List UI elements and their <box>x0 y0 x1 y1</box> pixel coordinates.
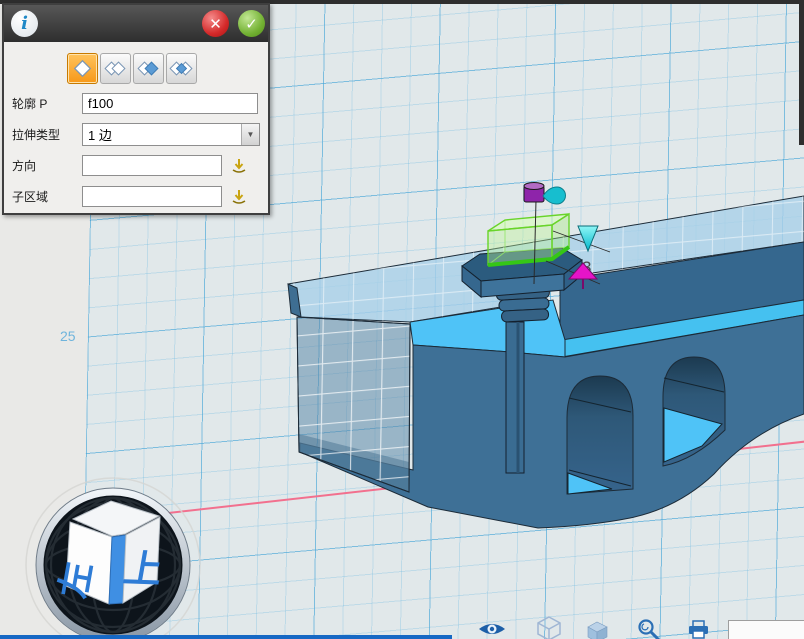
subregion-input[interactable] <box>82 186 222 207</box>
window-right-edge <box>799 0 804 145</box>
extrude-type-dropdown[interactable]: 1 边 ▼ <box>82 123 260 146</box>
view-cube-face-up-label[interactable]: 上 <box>120 548 166 593</box>
symmetric-diamond-icon <box>136 56 161 81</box>
zoom-tool-icon[interactable] <box>640 621 659 639</box>
direction-label: 方向 <box>12 157 82 174</box>
confirm-check-icon: ✓ <box>245 15 258 33</box>
extrude-type-value: 1 边 <box>83 125 241 144</box>
window-bottom-edge <box>0 635 452 639</box>
bolt-shaft <box>506 322 524 473</box>
view-cube-widget[interactable]: 左 上 前 <box>26 478 200 639</box>
direction-pick-button[interactable] <box>228 155 250 177</box>
extrude-mode-symmetric-button[interactable] <box>133 53 164 84</box>
visibility-eye-icon[interactable] <box>479 624 505 634</box>
bridge-arch-1[interactable] <box>567 376 633 494</box>
extrude-mode-two-sides-button[interactable] <box>100 53 131 84</box>
two-sides-diamond-icon <box>103 56 128 81</box>
rotation-handle <box>524 183 566 205</box>
mid-plane-diamond-icon <box>169 56 194 81</box>
subregion-label: 子区域 <box>12 188 82 205</box>
pick-arrow-icon <box>231 158 247 174</box>
one-side-diamond-icon <box>70 56 95 81</box>
extrusion-preview-cube[interactable] <box>488 214 569 265</box>
direction-droplet-handle <box>543 187 566 204</box>
pick-arrow-icon <box>231 189 247 205</box>
chevron-down-icon[interactable]: ▼ <box>241 124 259 145</box>
extrude-type-label: 拉伸类型 <box>12 126 82 143</box>
wireframe-display-icon[interactable] <box>538 617 560 639</box>
shaded-display-icon[interactable] <box>588 622 607 639</box>
cancel-button[interactable]: ✕ <box>202 10 229 37</box>
confirm-button[interactable]: ✓ <box>238 10 265 37</box>
subregion-pick-button[interactable] <box>228 186 250 208</box>
extrude-dialog: i ✕ ✓ <box>2 3 270 215</box>
cancel-x-icon: ✕ <box>209 15 222 33</box>
direction-input[interactable] <box>82 155 222 176</box>
view-cube-face-left-label[interactable]: 左 <box>53 559 100 602</box>
corner-panel <box>728 620 804 639</box>
profile-input[interactable] <box>82 93 258 114</box>
extrude-mode-buttons <box>67 53 268 84</box>
print-icon[interactable] <box>689 621 708 638</box>
status-toolbar <box>479 617 708 639</box>
dialog-titlebar[interactable]: i ✕ ✓ <box>4 5 268 42</box>
info-icon[interactable]: i <box>11 10 38 37</box>
cad-viewport: 25 <box>0 0 804 639</box>
extrude-mode-mid-plane-button[interactable] <box>166 53 197 84</box>
extrude-mode-one-side-button[interactable] <box>67 53 98 84</box>
profile-label: 轮廓 P <box>12 95 82 112</box>
